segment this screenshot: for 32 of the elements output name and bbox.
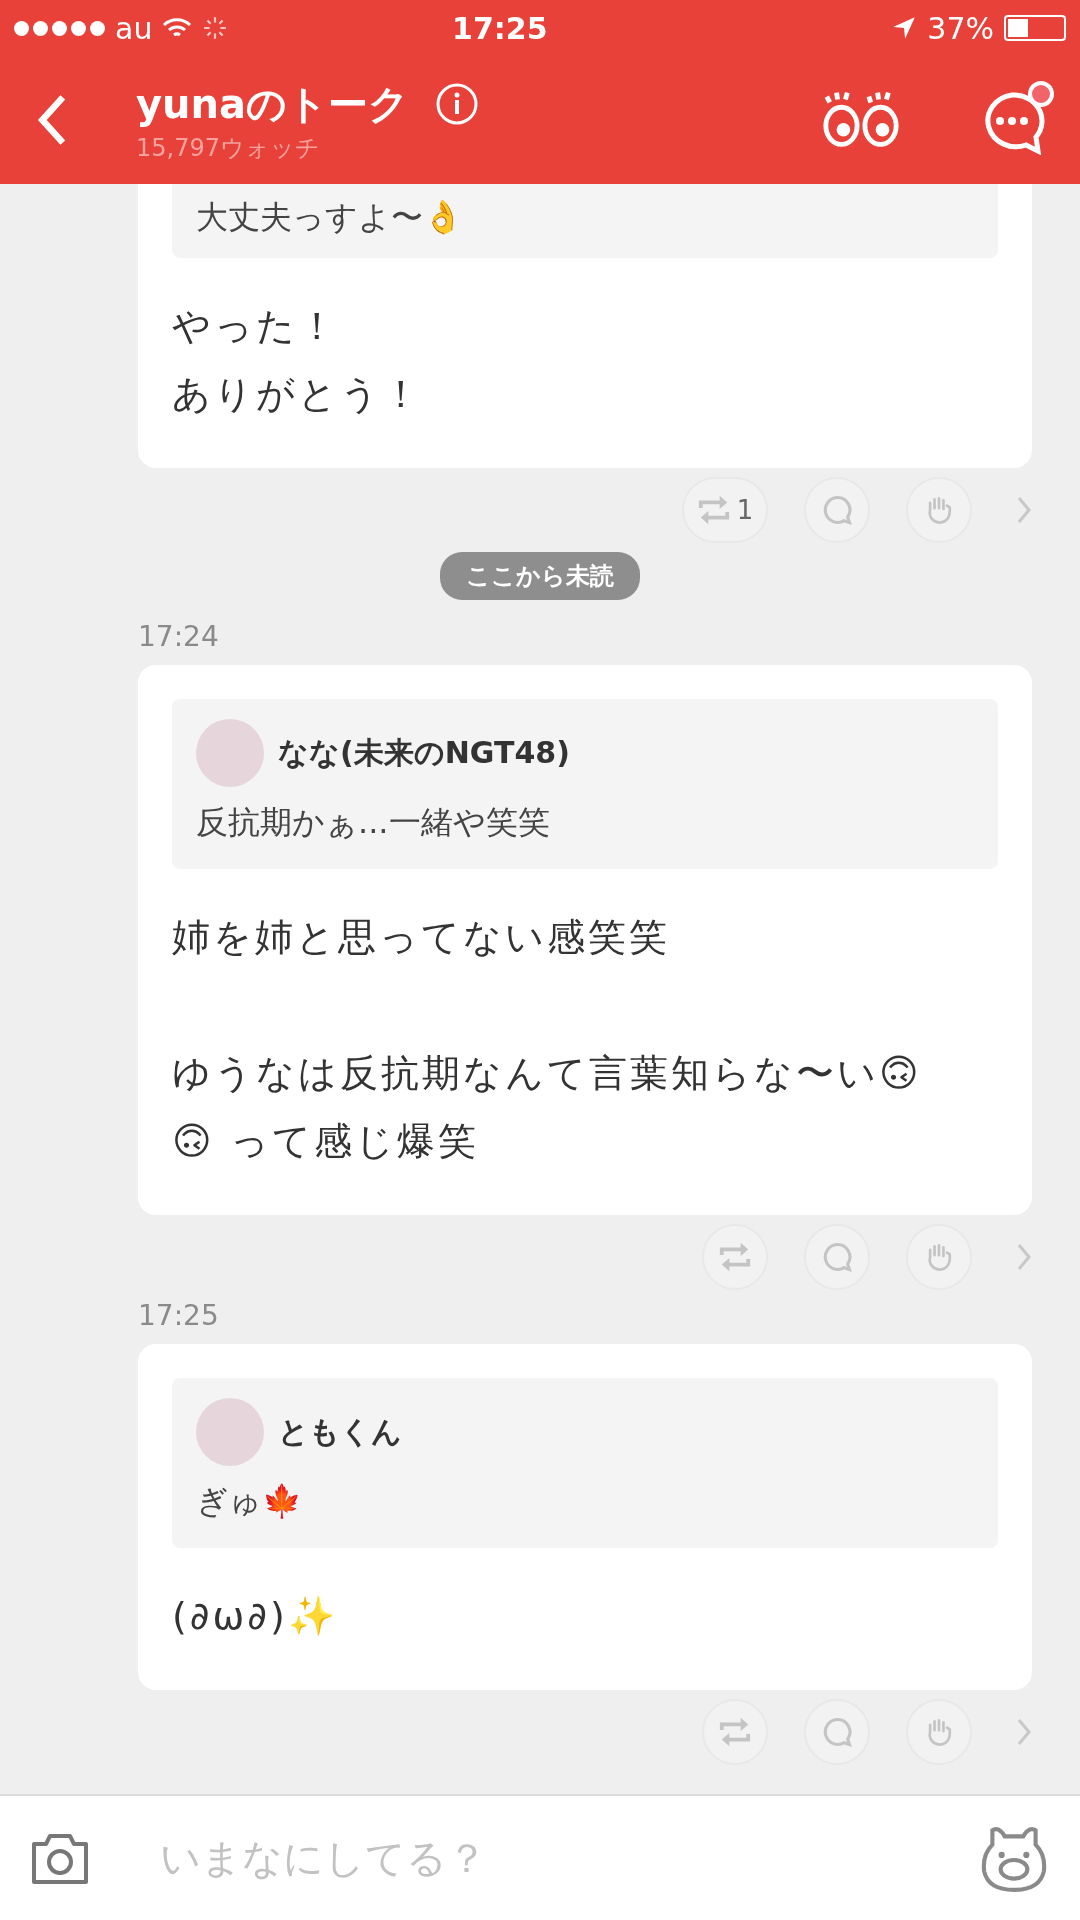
- post-time: 17:24: [138, 620, 220, 655]
- quote-author: なな(未来のNGT48): [278, 733, 570, 772]
- chevron-right-icon[interactable]: [1016, 495, 1032, 525]
- location-arrow-icon: [891, 15, 918, 41]
- loading-icon: [202, 15, 229, 41]
- battery-icon: [1004, 15, 1066, 41]
- repost-button[interactable]: 1: [682, 477, 768, 543]
- unread-divider: ここから未読: [440, 552, 640, 600]
- info-icon[interactable]: [435, 82, 480, 126]
- watch-count: 15,797ウォッチ: [136, 132, 321, 164]
- message-text: 姉を姉と思ってない感笑笑: [172, 914, 670, 961]
- repost-icon: [718, 1716, 752, 1748]
- message-text: ありがとう！: [172, 371, 423, 418]
- post-time: 17:25: [138, 1299, 220, 1334]
- repost-icon: [718, 1241, 752, 1273]
- battery-percent: 37%: [927, 10, 994, 46]
- eyes-icon[interactable]: [820, 90, 902, 150]
- repost-icon: [696, 494, 731, 526]
- message-text: やった！: [172, 303, 339, 350]
- message-text: (∂ω∂)✨: [172, 1593, 338, 1640]
- clock-text: 17:25: [452, 10, 548, 46]
- signal-icon: [14, 20, 105, 36]
- quote-text: 大丈夫っすよ〜👌: [196, 197, 464, 238]
- carrier-text: au: [115, 10, 153, 46]
- message-text: ゆうなは反抗期なんて言葉知らな〜い🙃🙃 って感じ爆笑: [172, 1050, 923, 1165]
- chevron-right-icon[interactable]: [1016, 1242, 1032, 1272]
- quote-author: ともくん: [278, 1412, 402, 1451]
- wifi-icon: [162, 17, 193, 39]
- chevron-right-icon[interactable]: [1016, 1717, 1032, 1747]
- quote-text: 反抗期かぁ...一緒や笑笑: [196, 802, 551, 843]
- page-title: yunaのトーク: [136, 79, 410, 129]
- quote-text: ぎゅ🍁: [196, 1481, 303, 1522]
